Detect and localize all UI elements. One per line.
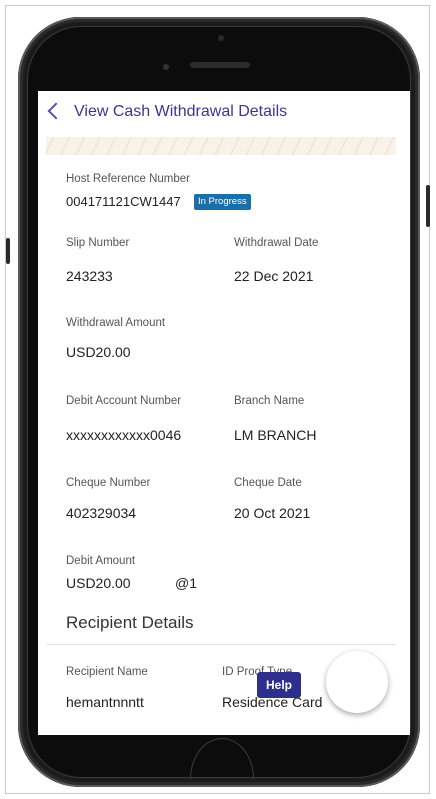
section-divider	[46, 644, 396, 645]
camera-icon	[218, 35, 224, 41]
app-screen: View Cash Withdrawal Details Host Refere…	[38, 91, 410, 735]
cheque-number-value: 402329034	[66, 505, 137, 521]
branch-name-label: Branch Name	[234, 395, 305, 407]
withdrawal-amount-label: Withdrawal Amount	[66, 317, 166, 329]
cheque-date-value: 20 Oct 2021	[234, 505, 311, 521]
phone-side-button	[6, 238, 10, 264]
slip-number-value: 243233	[66, 268, 113, 284]
host-reference-label: Host Reference Number	[66, 173, 190, 185]
debit-amount-value: USD20.00	[66, 575, 131, 591]
back-arrow-icon[interactable]	[47, 102, 65, 120]
debit-amount-label: Debit Amount	[66, 555, 136, 567]
slip-number-label: Slip Number	[66, 237, 130, 249]
branch-name-value: LM BRANCH	[234, 427, 317, 443]
debit-account-value: xxxxxxxxxxxx0046	[66, 427, 182, 443]
cheque-number-label: Cheque Number	[66, 477, 151, 489]
withdrawal-amount-value: USD20.00	[66, 344, 131, 360]
sensor-icon	[163, 64, 169, 70]
speaker-grille	[190, 62, 250, 68]
recipient-name-label: Recipient Name	[66, 666, 148, 678]
recipient-name-value: hemantnnntt	[66, 694, 144, 710]
top-bar: View Cash Withdrawal Details	[38, 91, 410, 135]
debit-account-label: Debit Account Number	[66, 395, 182, 407]
withdrawal-date-value: 22 Dec 2021	[234, 268, 314, 284]
recipient-section-title: Recipient Details	[66, 613, 194, 632]
host-reference-value: 004171121CW1447	[66, 194, 181, 209]
cheque-date-label: Cheque Date	[234, 477, 302, 489]
status-badge: In Progress	[194, 194, 251, 210]
page-title: View Cash Withdrawal Details	[74, 103, 288, 120]
phone-side-button	[426, 185, 430, 227]
help-button[interactable]: Help	[257, 672, 301, 698]
decorative-pattern-banner	[46, 137, 396, 155]
debit-amount-rate: @1	[175, 575, 197, 591]
floating-action-button[interactable]	[326, 651, 388, 713]
withdrawal-date-label: Withdrawal Date	[234, 237, 319, 249]
